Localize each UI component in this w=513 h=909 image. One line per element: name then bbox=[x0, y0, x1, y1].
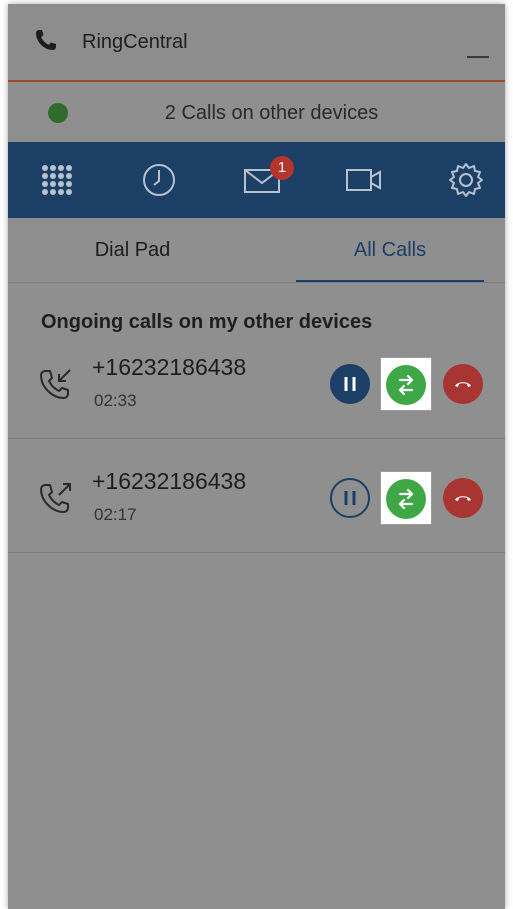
call-number: +16232186438 bbox=[92, 354, 247, 380]
tab-dial-pad[interactable]: Dial Pad bbox=[8, 218, 257, 282]
clock-icon[interactable] bbox=[139, 162, 179, 198]
tab-all-calls[interactable]: All Calls bbox=[296, 218, 484, 282]
message-count-badge: 1 bbox=[270, 156, 294, 180]
switch-call-button[interactable] bbox=[386, 365, 426, 405]
status-text: 2 Calls on other devices bbox=[164, 102, 379, 124]
hang-up-button[interactable] bbox=[443, 364, 483, 404]
hold-button[interactable] bbox=[330, 364, 370, 404]
call-row: +16232186438 02:17 bbox=[8, 438, 505, 553]
tab-bar: Dial Pad All Calls bbox=[8, 218, 505, 283]
call-number: +16232186438 bbox=[92, 468, 247, 494]
hold-button[interactable] bbox=[330, 478, 370, 518]
minimize-button[interactable] bbox=[467, 42, 489, 58]
switch-highlight bbox=[380, 471, 432, 525]
status-bar: 2 Calls on other devices bbox=[8, 82, 505, 142]
dialpad-grid-icon[interactable] bbox=[37, 162, 77, 198]
gear-icon[interactable] bbox=[446, 162, 486, 198]
call-duration: 02:33 bbox=[94, 391, 137, 410]
app-window: RingCentral 2 Calls on other devices 1 D… bbox=[8, 4, 505, 909]
call-duration: 02:17 bbox=[94, 505, 137, 524]
hang-up-button[interactable] bbox=[443, 478, 483, 518]
call-row: +16232186438 02:33 bbox=[8, 324, 505, 439]
phone-icon bbox=[34, 28, 58, 52]
switch-call-button[interactable] bbox=[386, 479, 426, 519]
video-camera-icon[interactable] bbox=[344, 162, 384, 198]
title-bar: RingCentral bbox=[8, 4, 505, 82]
incoming-call-icon bbox=[38, 366, 74, 402]
nav-bar: 1 bbox=[8, 142, 505, 218]
app-title: RingCentral bbox=[82, 31, 188, 53]
switch-highlight bbox=[380, 357, 432, 411]
outgoing-call-icon bbox=[38, 480, 74, 516]
